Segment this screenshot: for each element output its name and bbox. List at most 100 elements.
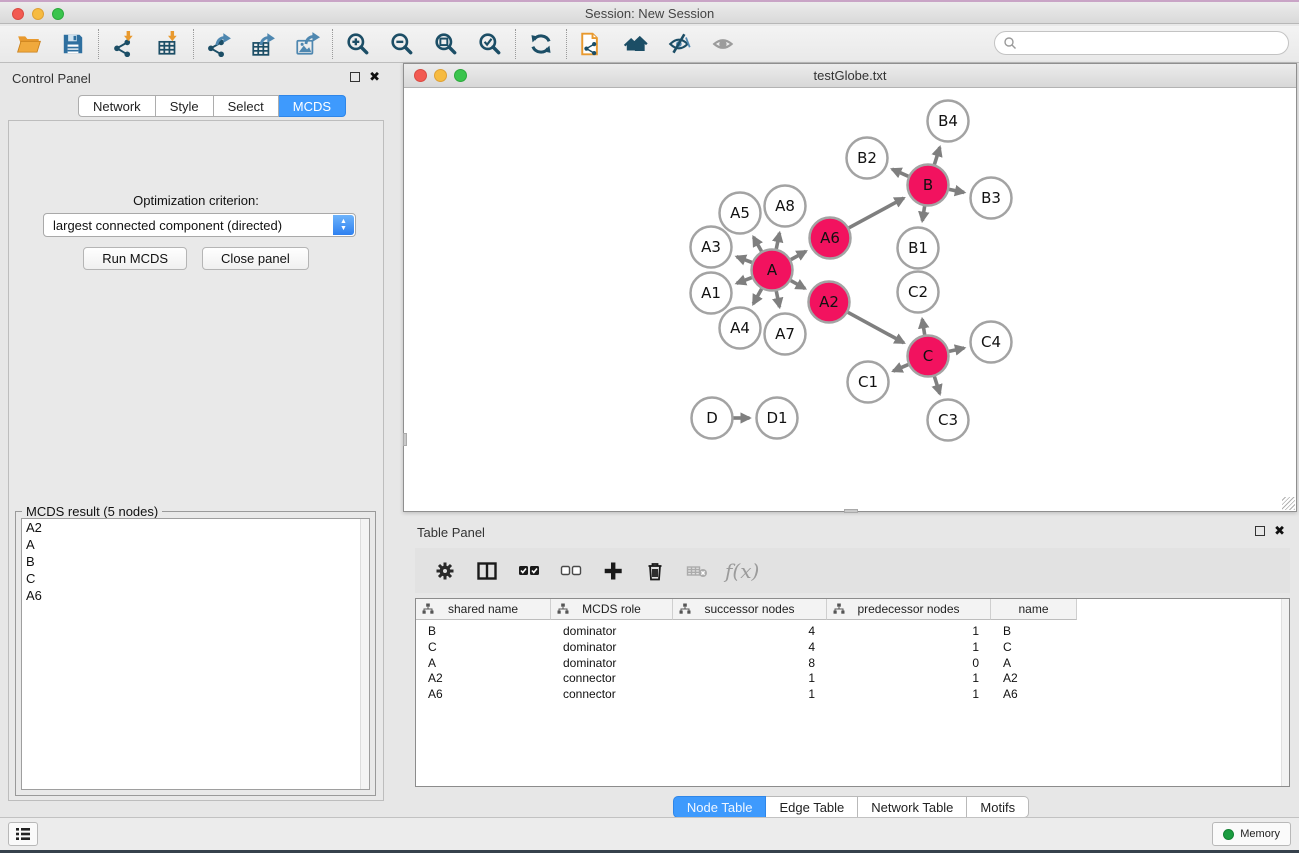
node-A8[interactable]: A8 bbox=[765, 186, 806, 227]
edge-C-C3[interactable] bbox=[934, 377, 939, 394]
delete-button[interactable] bbox=[641, 557, 669, 585]
zoom-out-button[interactable] bbox=[383, 29, 421, 59]
export-network-button[interactable] bbox=[200, 29, 238, 59]
node-A[interactable]: A bbox=[752, 250, 793, 291]
table-scrollbar[interactable] bbox=[1281, 599, 1289, 786]
node-A1[interactable]: A1 bbox=[691, 273, 732, 314]
node-D1[interactable]: D1 bbox=[757, 398, 798, 439]
result-item[interactable]: C bbox=[22, 570, 369, 587]
splitter-handle-vertical[interactable] bbox=[403, 433, 407, 446]
close-panel-button[interactable]: Close panel bbox=[202, 247, 309, 270]
close-panel-icon[interactable]: ✖ bbox=[369, 72, 380, 82]
close-table-panel-icon[interactable]: ✖ bbox=[1274, 526, 1285, 536]
deselect-all-button[interactable] bbox=[557, 557, 585, 585]
add-button[interactable] bbox=[599, 557, 627, 585]
cell-successor-nodes[interactable]: 1 bbox=[673, 670, 827, 686]
node-B1[interactable]: B1 bbox=[898, 228, 939, 269]
node-A2[interactable]: A2 bbox=[809, 282, 850, 323]
cell-predecessor-nodes[interactable]: 1 bbox=[827, 623, 991, 639]
memory-button[interactable]: Memory bbox=[1212, 822, 1291, 846]
cell-name[interactable]: B bbox=[991, 623, 1077, 639]
cell-name[interactable]: A2 bbox=[991, 670, 1077, 686]
result-item[interactable]: B bbox=[22, 553, 369, 570]
cell-MCDS-role[interactable]: dominator bbox=[551, 623, 673, 639]
zoom-in-button[interactable] bbox=[339, 29, 377, 59]
cell-name[interactable]: A6 bbox=[991, 686, 1077, 702]
cell-successor-nodes[interactable]: 8 bbox=[673, 655, 827, 671]
cell-shared-name[interactable]: A2 bbox=[416, 670, 551, 686]
save-session-button[interactable] bbox=[54, 29, 92, 59]
columns-button[interactable] bbox=[473, 557, 501, 585]
home-button[interactable] bbox=[617, 29, 655, 59]
node-C4[interactable]: C4 bbox=[971, 322, 1012, 363]
edge-A6-B[interactable] bbox=[849, 198, 904, 228]
float-panel-icon[interactable] bbox=[350, 72, 360, 82]
node-A7[interactable]: A7 bbox=[765, 314, 806, 355]
node-B[interactable]: B bbox=[908, 165, 949, 206]
result-list-scrollbar[interactable] bbox=[360, 519, 369, 789]
apply-layout-button[interactable] bbox=[522, 29, 560, 59]
edge-A-A2[interactable] bbox=[791, 281, 805, 289]
node-C3[interactable]: C3 bbox=[928, 400, 969, 441]
result-item[interactable]: A2 bbox=[22, 519, 369, 536]
run-mcds-button[interactable]: Run MCDS bbox=[83, 247, 187, 270]
zoom-fit-button[interactable] bbox=[427, 29, 465, 59]
task-history-button[interactable] bbox=[8, 822, 38, 846]
window-resize-grip[interactable] bbox=[1282, 497, 1295, 510]
cell-name[interactable]: C bbox=[991, 639, 1077, 655]
zoom-selected-button[interactable] bbox=[471, 29, 509, 59]
node-C2[interactable]: C2 bbox=[898, 272, 939, 313]
cell-predecessor-nodes[interactable]: 1 bbox=[827, 670, 991, 686]
cell-MCDS-role[interactable]: connector bbox=[551, 670, 673, 686]
cell-shared-name[interactable]: A bbox=[416, 655, 551, 671]
cell-successor-nodes[interactable]: 4 bbox=[673, 639, 827, 655]
edge-A-A1[interactable] bbox=[737, 278, 752, 284]
cell-shared-name[interactable]: A6 bbox=[416, 686, 551, 702]
edge-B-B1[interactable] bbox=[922, 206, 924, 221]
column-header-shared-name[interactable]: shared name bbox=[416, 599, 551, 620]
cell-MCDS-role[interactable]: connector bbox=[551, 686, 673, 702]
show-all-button[interactable] bbox=[705, 29, 743, 59]
edge-C-C1[interactable] bbox=[893, 365, 908, 372]
export-image-button[interactable] bbox=[288, 29, 326, 59]
open-session-button[interactable] bbox=[10, 29, 48, 59]
float-table-panel-icon[interactable] bbox=[1255, 526, 1265, 536]
tab-style[interactable]: Style bbox=[156, 95, 214, 117]
node-A4[interactable]: A4 bbox=[720, 308, 761, 349]
column-header-MCDS-role[interactable]: MCDS role bbox=[551, 599, 673, 620]
edge-B-B3[interactable] bbox=[949, 189, 964, 192]
export-table-button[interactable] bbox=[244, 29, 282, 59]
cell-predecessor-nodes[interactable]: 0 bbox=[827, 655, 991, 671]
tab-select[interactable]: Select bbox=[214, 95, 279, 117]
cell-successor-nodes[interactable]: 1 bbox=[673, 686, 827, 702]
edge-B-B4[interactable] bbox=[934, 147, 939, 164]
cell-name[interactable]: A bbox=[991, 655, 1077, 671]
edge-A-A4[interactable] bbox=[753, 289, 761, 304]
tab-network-table[interactable]: Network Table bbox=[858, 796, 967, 818]
new-network-from-selection-button[interactable] bbox=[573, 29, 611, 59]
cell-MCDS-role[interactable]: dominator bbox=[551, 655, 673, 671]
node-A5[interactable]: A5 bbox=[720, 193, 761, 234]
splitter-handle-horizontal[interactable] bbox=[844, 509, 858, 513]
column-header-name[interactable]: name bbox=[991, 599, 1077, 620]
cell-MCDS-role[interactable]: dominator bbox=[551, 639, 673, 655]
edge-A-A7[interactable] bbox=[776, 291, 779, 307]
node-B2[interactable]: B2 bbox=[847, 138, 888, 179]
cell-predecessor-nodes[interactable]: 1 bbox=[827, 686, 991, 702]
import-table-button[interactable] bbox=[149, 29, 187, 59]
cell-shared-name[interactable]: C bbox=[416, 639, 551, 655]
edge-A-A3[interactable] bbox=[737, 257, 752, 263]
search-input[interactable] bbox=[994, 31, 1289, 55]
mcds-result-list[interactable]: A2ABCA6 bbox=[21, 518, 370, 790]
tab-node-table[interactable]: Node Table bbox=[673, 796, 767, 818]
cell-shared-name[interactable]: B bbox=[416, 623, 551, 639]
cell-predecessor-nodes[interactable]: 1 bbox=[827, 639, 991, 655]
edge-A-A8[interactable] bbox=[776, 233, 779, 249]
result-item[interactable]: A6 bbox=[22, 587, 369, 604]
tab-motifs[interactable]: Motifs bbox=[967, 796, 1029, 818]
optimization-criterion-select[interactable]: largest connected component (directed) ▲… bbox=[43, 213, 356, 237]
node-A6[interactable]: A6 bbox=[810, 218, 851, 259]
result-item[interactable]: A bbox=[22, 536, 369, 553]
node-C1[interactable]: C1 bbox=[848, 362, 889, 403]
edge-A-A6[interactable] bbox=[791, 251, 806, 259]
